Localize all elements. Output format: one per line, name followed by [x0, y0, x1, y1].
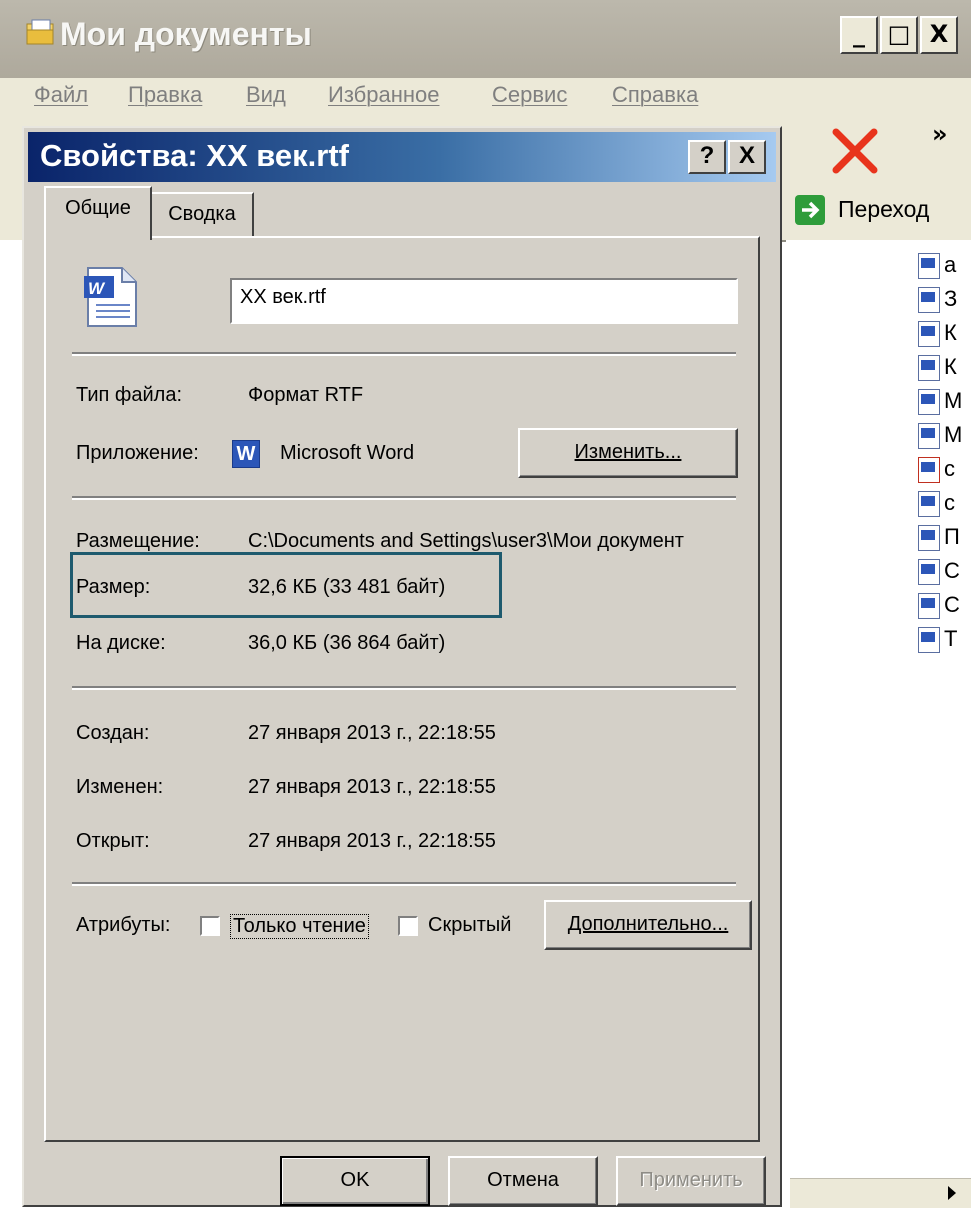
- on-disk-label: На диске:: [76, 632, 166, 654]
- dialog-close-button[interactable]: X: [728, 140, 766, 174]
- word-doc-icon: [918, 321, 940, 347]
- delete-icon[interactable]: [828, 124, 882, 178]
- advanced-button[interactable]: Дополнительно...: [544, 900, 752, 950]
- word-app-icon: W: [232, 440, 260, 468]
- location-value: C:\Documents and Settings\user3\Мои доку…: [248, 530, 684, 552]
- help-button[interactable]: ?: [688, 140, 726, 174]
- opened-label: Открыт:: [76, 830, 150, 852]
- tab-summary[interactable]: Сводка: [150, 192, 254, 238]
- list-item[interactable]: К: [918, 352, 971, 386]
- go-button-label[interactable]: Переход: [838, 196, 929, 223]
- cancel-button[interactable]: Отмена: [448, 1156, 598, 1206]
- word-doc-icon: [918, 559, 940, 585]
- ok-button[interactable]: OK: [280, 1156, 430, 1206]
- word-doc-icon: [918, 389, 940, 415]
- tab-general[interactable]: Общие: [44, 186, 152, 240]
- list-item[interactable]: с: [918, 454, 971, 488]
- dialog-title: Свойства: XX век.rtf: [40, 138, 349, 173]
- list-item[interactable]: Т: [918, 624, 971, 658]
- explorer-title-bar: Мои документы _ □ X: [0, 0, 971, 78]
- opened-value: 27 января 2013 г., 22:18:55: [248, 830, 496, 852]
- app-value: Microsoft Word: [280, 442, 415, 464]
- apply-button[interactable]: Применить: [616, 1156, 766, 1206]
- horizontal-scrollbar[interactable]: [790, 1178, 971, 1208]
- attributes-label: Атрибуты:: [76, 914, 171, 936]
- separator: [72, 352, 736, 356]
- list-item[interactable]: с: [918, 488, 971, 522]
- size-label: Размер:: [76, 576, 151, 598]
- readonly-label[interactable]: Только чтение: [230, 914, 369, 939]
- word-doc-icon: [918, 355, 940, 381]
- close-button[interactable]: X: [920, 16, 958, 54]
- list-item[interactable]: М: [918, 386, 971, 420]
- hidden-checkbox[interactable]: [398, 916, 418, 936]
- properties-dialog: Свойства: XX век.rtf ? X Общие Сводка W …: [22, 126, 782, 1207]
- file-type-value: Формат RTF: [248, 384, 364, 406]
- rtf-file-icon: W: [84, 267, 137, 327]
- explorer-menu-bar: Файл Правка Вид Избранное Сервис Справка: [0, 78, 971, 193]
- scroll-right-arrow-icon[interactable]: [942, 1183, 962, 1203]
- list-item[interactable]: М: [918, 420, 971, 454]
- list-item[interactable]: З: [918, 284, 971, 318]
- separator: [72, 686, 736, 690]
- modified-label: Изменен:: [76, 776, 164, 798]
- menu-favorites[interactable]: Избранное: [328, 82, 440, 108]
- list-item[interactable]: П: [918, 522, 971, 556]
- word-doc-icon: [918, 423, 940, 449]
- word-doc-icon: [918, 491, 940, 517]
- modified-value: 27 января 2013 г., 22:18:55: [248, 776, 496, 798]
- file-type-label: Тип файла:: [76, 384, 182, 406]
- app-label: Приложение:: [76, 442, 199, 464]
- word-doc-icon: [918, 253, 940, 279]
- word-doc-icon: [918, 593, 940, 619]
- on-disk-value: 36,0 КБ (36 864 байт): [248, 632, 446, 654]
- explorer-title: Мои документы: [60, 16, 312, 52]
- folder-icon: [26, 19, 54, 45]
- menu-edit[interactable]: Правка: [128, 82, 202, 108]
- word-doc-icon: [918, 287, 940, 313]
- separator: [72, 882, 736, 886]
- separator: [72, 496, 736, 500]
- list-item[interactable]: С: [918, 590, 971, 624]
- menu-file[interactable]: Файл: [34, 82, 88, 108]
- list-item[interactable]: С: [918, 556, 971, 590]
- change-button[interactable]: Изменить...: [518, 428, 738, 478]
- list-item[interactable]: К: [918, 318, 971, 352]
- toolbar-overflow-chevron-icon[interactable]: »: [932, 120, 948, 148]
- list-item[interactable]: а: [918, 250, 971, 284]
- created-label: Создан:: [76, 722, 150, 744]
- location-label: Размещение:: [76, 530, 200, 552]
- word-doc-icon: [918, 525, 940, 551]
- pdf-doc-icon: [918, 457, 940, 483]
- file-list-pane: а З К К М М с с П С С Т: [786, 240, 971, 1207]
- readonly-checkbox[interactable]: [200, 916, 220, 936]
- hidden-label[interactable]: Скрытый: [428, 914, 511, 937]
- minimize-button[interactable]: _: [840, 16, 878, 54]
- menu-view[interactable]: Вид: [246, 82, 286, 108]
- menu-tools[interactable]: Сервис: [492, 82, 567, 108]
- dialog-title-bar[interactable]: Свойства: XX век.rtf ? X: [28, 132, 776, 182]
- svg-text:W: W: [88, 279, 106, 298]
- go-arrow-icon[interactable]: [795, 195, 825, 225]
- created-value: 27 января 2013 г., 22:18:55: [248, 722, 496, 744]
- word-doc-icon: [918, 627, 940, 653]
- size-value: 32,6 КБ (33 481 байт): [248, 576, 446, 598]
- filename-input[interactable]: XX век.rtf: [230, 278, 738, 324]
- menu-help[interactable]: Справка: [612, 82, 698, 108]
- maximize-button[interactable]: □: [880, 16, 918, 54]
